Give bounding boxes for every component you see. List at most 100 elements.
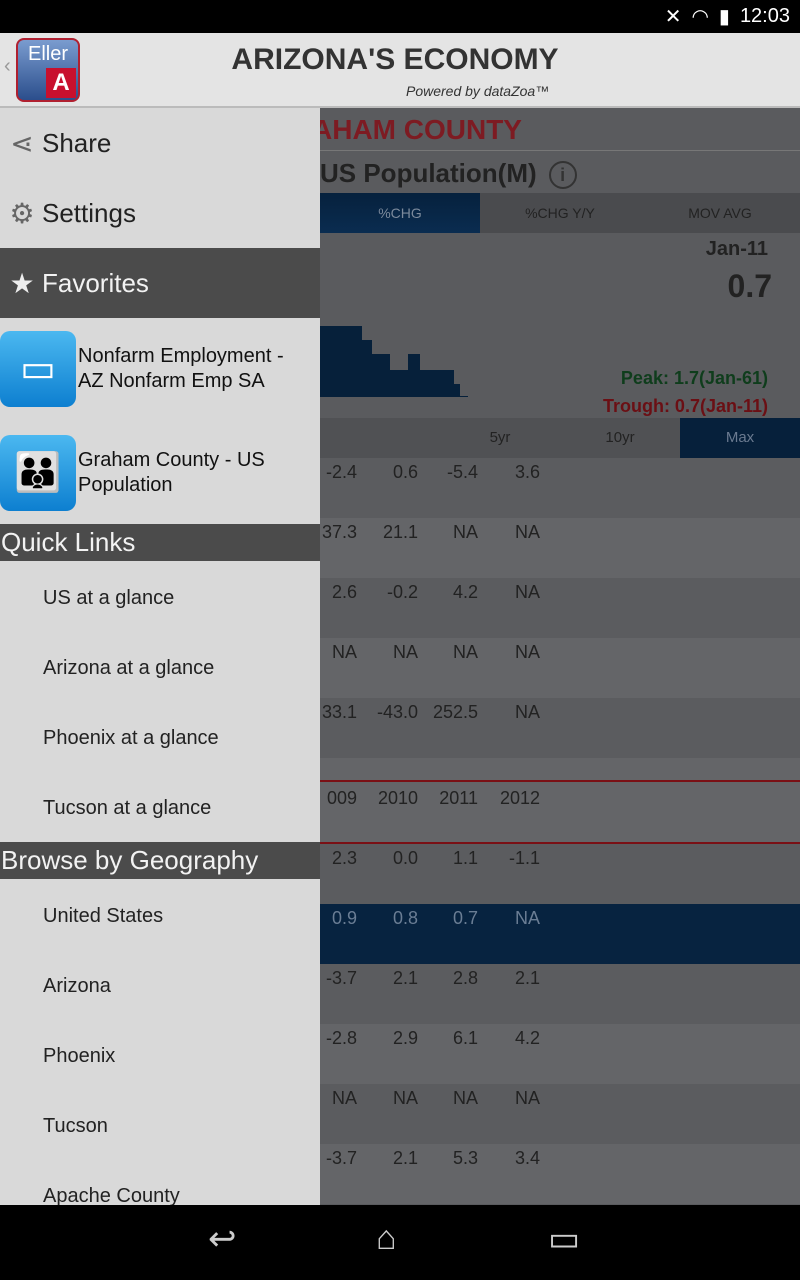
settings-item[interactable]: ⚙ Settings: [0, 178, 320, 248]
geo-phoenix[interactable]: Phoenix: [0, 1021, 320, 1091]
county-title: AHAM COUNTY: [320, 114, 522, 145]
range-10yr[interactable]: 10yr: [560, 418, 680, 458]
navigation-drawer: ⋖ Share ⚙ Settings ★ Favorites ▭ Nonfarm Emp…: [0, 108, 320, 1205]
geo-united-states[interactable]: United States: [0, 881, 320, 951]
table-cell: 2.3: [331, 848, 357, 868]
table-cell: NA: [452, 1088, 478, 1108]
quick-link-phoenix[interactable]: Phoenix at a glance: [0, 703, 320, 773]
table-row[interactable]: -2.4 0.6 -5.4 3.6: [320, 458, 800, 518]
table-cell: NA: [514, 908, 540, 928]
table-cell: 0.8: [392, 908, 418, 928]
table-cell: 0.9: [331, 908, 357, 928]
app-header: ‹ Eller A ARIZONA'S ECONOMY Powered by da…: [0, 33, 800, 108]
app-title: ARIZONA'S ECONOMY: [231, 43, 559, 76]
table-cell: -1.1: [508, 848, 540, 868]
table-cell: NA: [514, 1088, 540, 1108]
table-cell: 21.1: [382, 522, 418, 542]
trough-label: Trough: 0.7(Jan-11): [602, 396, 768, 416]
table-cell: NA: [331, 642, 357, 662]
table-cell: NA: [514, 582, 540, 602]
table-cell: -2.8: [325, 1028, 357, 1048]
table-cell: 4.2: [452, 582, 478, 602]
geo-apache-county[interactable]: Apache County: [0, 1161, 320, 1205]
table-cell: NA: [392, 1088, 418, 1108]
table-cell: NA: [514, 642, 540, 662]
share-item[interactable]: ⋖ Share: [0, 108, 320, 178]
favorite-item[interactable]: ▭ Nonfarm Employment - AZ Nonfarm Emp SA: [0, 318, 320, 420]
quick-link-arizona[interactable]: Arizona at a glance: [0, 633, 320, 703]
year-header: 2012: [499, 788, 540, 808]
table-cell: NA: [514, 522, 540, 542]
table-cell: 0.6: [392, 462, 418, 482]
table-row[interactable]: -3.7 2.1 2.8 2.1: [320, 964, 800, 1024]
back-icon[interactable]: ↩: [208, 1219, 237, 1259]
battery-icon: ▮: [718, 6, 730, 28]
table-row[interactable]: NA NA NA NA: [320, 638, 800, 698]
peak-label: Peak: 1.7(Jan-61): [620, 368, 768, 388]
table-row[interactable]: NA NA NA NA: [320, 1084, 800, 1144]
star-icon: ★: [9, 267, 35, 299]
home-icon[interactable]: ⌂: [376, 1219, 397, 1258]
table-cell: -3.7: [325, 968, 357, 988]
main-content: AHAM COUNTY US Population(M) i %CHG %CHG …: [320, 108, 800, 1205]
table-row[interactable]: 33.1 -43.0 252.5 NA: [320, 698, 800, 758]
table-cell: 0.0: [392, 848, 418, 868]
quick-link-tucson[interactable]: Tucson at a glance: [0, 773, 320, 843]
table-cell: 2.1: [392, 1148, 418, 1168]
year-header: 009: [326, 788, 357, 808]
share-icon: ⋖: [10, 127, 34, 159]
range-hidden[interactable]: [320, 418, 440, 458]
divider: [320, 780, 800, 782]
table-row[interactable]: 0.9 0.8 0.7 NA: [320, 904, 800, 964]
geography-header: Browse by Geography: [0, 842, 320, 879]
favorites-header[interactable]: ★ Favorites: [0, 248, 320, 318]
tab-chg[interactable]: %CHG: [320, 193, 480, 233]
geo-arizona[interactable]: Arizona: [0, 951, 320, 1021]
table-cell: 2.9: [392, 1028, 418, 1048]
tab-mov-avg[interactable]: MOV AVG: [640, 193, 800, 233]
table-cell: 2.1: [514, 968, 540, 988]
table-row[interactable]: 2.6 -0.2 4.2 NA: [320, 578, 800, 638]
quick-links-header: Quick Links: [0, 524, 320, 561]
divider: [320, 150, 800, 151]
wifi-icon: ◠: [691, 6, 709, 28]
table-cell: 2.6: [331, 582, 357, 602]
table-row[interactable]: -2.8 2.9 6.1 4.2: [320, 1024, 800, 1084]
table-cell: 33.1: [321, 702, 357, 722]
table-row[interactable]: -3.7 2.1 5.3 3.4: [320, 1144, 800, 1204]
current-date: Jan-11: [705, 238, 768, 260]
tab-chg-yy[interactable]: %CHG Y/Y: [480, 193, 640, 233]
table-cell: 0.7: [452, 908, 478, 928]
status-bar: ✕ ◠ ▮ 12:03: [0, 0, 800, 33]
table-cell: 4.2: [514, 1028, 540, 1048]
table-cell: 1.1: [452, 848, 478, 868]
table-cell: 2.8: [452, 968, 478, 988]
table-cell: 37.3: [321, 522, 357, 542]
mute-icon: ✕: [664, 6, 682, 28]
table-cell: NA: [452, 522, 478, 542]
table-row[interactable]: 2.3 0.0 1.1 -1.1: [320, 844, 800, 904]
table-cell: 5.3: [452, 1148, 478, 1168]
table-row[interactable]: 37.3 21.1 NA NA: [320, 518, 800, 578]
clock: 12:03: [739, 5, 790, 27]
table-cell: NA: [392, 642, 418, 662]
year-header: 2011: [439, 788, 478, 808]
table-cell: -5.4: [446, 462, 478, 482]
table-cell: -43.0: [376, 702, 418, 722]
range-max[interactable]: Max: [680, 418, 800, 458]
range-5yr[interactable]: 5yr: [440, 418, 560, 458]
year-header: 2010: [377, 788, 418, 808]
recents-icon[interactable]: ▭: [548, 1219, 580, 1259]
table-cell: -3.7: [325, 1148, 357, 1168]
range-tabs: 5yr 10yr Max: [320, 418, 800, 458]
quick-link-us[interactable]: US at a glance: [0, 563, 320, 633]
favorite-item[interactable]: 👪 Graham County - US Population: [0, 422, 320, 524]
transform-tabs: %CHG %CHG Y/Y MOV AVG: [320, 193, 800, 233]
table-cell: -0.2: [386, 582, 418, 602]
info-icon[interactable]: i: [548, 161, 577, 190]
people-icon: 👪: [0, 435, 76, 511]
series-title: US Population(M) i: [320, 158, 577, 190]
table-cell: NA: [331, 1088, 357, 1108]
briefcase-icon: ▭: [0, 331, 76, 407]
geo-tucson[interactable]: Tucson: [0, 1091, 320, 1161]
